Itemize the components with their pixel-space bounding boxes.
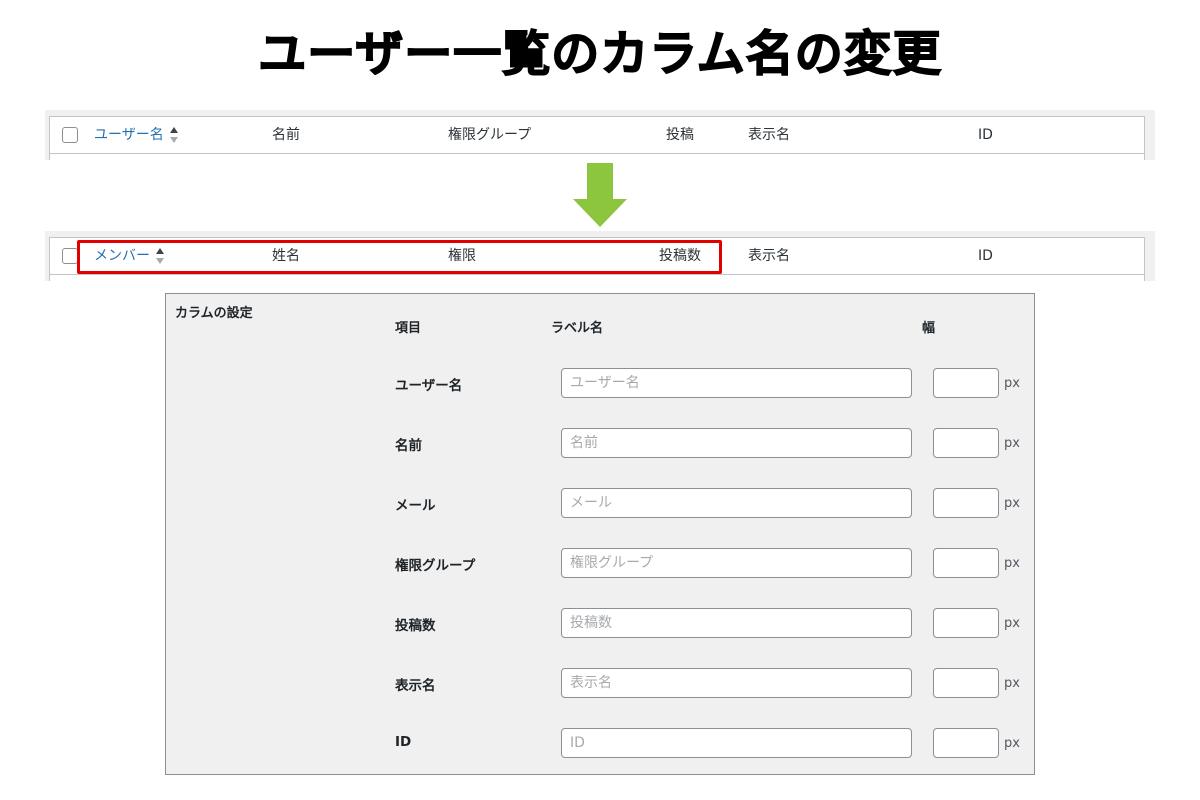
width-input-username[interactable] xyxy=(933,368,999,398)
label-input-posts[interactable] xyxy=(561,608,912,638)
header-label: ラベル名 xyxy=(551,321,604,336)
unit-label: px xyxy=(1004,616,1020,631)
down-arrow-icon xyxy=(573,163,627,227)
column-name: 名前 xyxy=(272,127,300,143)
label-input-email[interactable] xyxy=(561,488,912,518)
unit-label: px xyxy=(1004,556,1020,571)
unit-label: px xyxy=(1004,676,1020,691)
users-table-before: ユーザー名 名前 権限グループ 投稿 表示名 ID xyxy=(45,110,1155,160)
label-input-name[interactable] xyxy=(561,428,912,458)
width-input-posts[interactable] xyxy=(933,608,999,638)
row-label-name: 名前 xyxy=(395,438,422,454)
column-display-name: 表示名 xyxy=(748,127,790,143)
row-label-username: ユーザー名 xyxy=(395,378,463,394)
column-username[interactable]: ユーザー名 xyxy=(94,126,164,144)
width-input-id[interactable] xyxy=(933,728,999,758)
header-item: 項目 xyxy=(395,321,422,336)
page-title: ユーザー一覧のカラム名の変更 xyxy=(257,25,942,83)
unit-label: px xyxy=(1004,736,1020,751)
column-settings-panel: カラムの設定 項目 ラベル名 幅 ユーザー名 px 名前 px メール px 権… xyxy=(165,293,1035,775)
width-input-name[interactable] xyxy=(933,428,999,458)
label-input-username[interactable] xyxy=(561,368,912,398)
column-id: ID xyxy=(978,127,993,143)
row-label-email: メール xyxy=(395,498,436,514)
column-id: ID xyxy=(978,248,993,264)
width-input-role[interactable] xyxy=(933,548,999,578)
settings-section-label: カラムの設定 xyxy=(175,306,253,321)
sort-arrows-icon[interactable] xyxy=(169,126,179,144)
column-posts: 投稿 xyxy=(666,127,694,143)
changed-columns-highlight xyxy=(77,240,722,274)
label-input-role[interactable] xyxy=(561,548,912,578)
unit-label: px xyxy=(1004,376,1020,391)
unit-label: px xyxy=(1004,436,1020,451)
table-header-row-before: ユーザー名 名前 権限グループ 投稿 表示名 ID xyxy=(49,116,1145,160)
unit-label: px xyxy=(1004,496,1020,511)
column-display-name: 表示名 xyxy=(748,248,790,264)
row-label-id: ID xyxy=(395,734,412,750)
select-all-checkbox[interactable] xyxy=(62,127,78,143)
select-all-checkbox[interactable] xyxy=(62,248,78,264)
row-label-display-name: 表示名 xyxy=(395,678,436,694)
width-input-display-name[interactable] xyxy=(933,668,999,698)
row-label-posts: 投稿数 xyxy=(395,618,436,634)
label-input-display-name[interactable] xyxy=(561,668,912,698)
header-width: 幅 xyxy=(922,321,936,336)
label-input-id[interactable] xyxy=(561,728,912,758)
width-input-email[interactable] xyxy=(933,488,999,518)
column-role: 権限グループ xyxy=(448,127,532,143)
row-label-role: 権限グループ xyxy=(395,558,476,574)
